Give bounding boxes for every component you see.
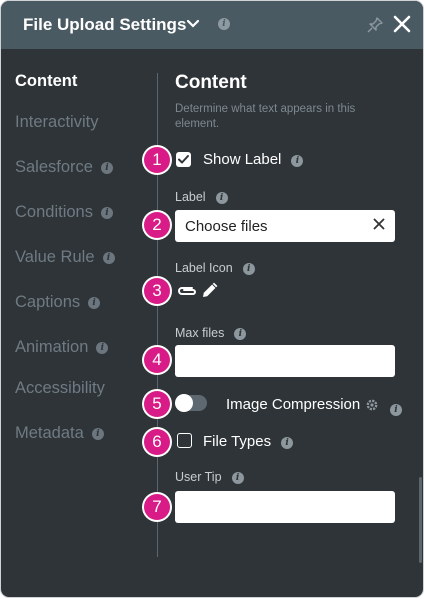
- gear-icon[interactable]: [365, 398, 379, 412]
- sidebar-item-animation[interactable]: Animation i: [15, 338, 109, 357]
- chevron-down-icon[interactable]: [186, 19, 200, 29]
- step-badge-7: 7: [144, 494, 170, 520]
- info-icon: i: [100, 207, 113, 219]
- sidebar-item-accessibility[interactable]: Accessibility: [15, 379, 105, 398]
- pin-icon[interactable]: [367, 17, 383, 33]
- content-description: Determine what text appears in this elem…: [175, 103, 356, 130]
- step-badge-4: 4: [144, 347, 170, 373]
- label-input[interactable]: [175, 210, 395, 242]
- step-badge-2: 2: [144, 212, 170, 238]
- sidebar-item-captions[interactable]: Captions i: [15, 293, 101, 312]
- label-icon-label: Label Icon i: [175, 261, 255, 275]
- info-icon: i: [242, 263, 255, 275]
- user-tip-input[interactable]: [175, 491, 395, 523]
- panel-header: File Upload Settings i: [1, 1, 423, 49]
- info-icon: i: [96, 342, 109, 354]
- info-icon: i: [281, 437, 294, 449]
- settings-panel: File Upload Settings i Content Interacti…: [1, 1, 423, 597]
- file-types-label: File Types i: [203, 433, 294, 450]
- sidebar-item-salesforce[interactable]: Salesforce i: [15, 158, 113, 177]
- info-icon[interactable]: i: [218, 18, 230, 30]
- content-title: Content: [175, 72, 247, 93]
- info-icon: i: [231, 472, 244, 484]
- panel-title[interactable]: File Upload Settings: [23, 15, 186, 35]
- sidebar-item-value-rule[interactable]: Value Rule i: [15, 248, 115, 267]
- step-badge-6: 6: [144, 429, 170, 455]
- image-compression-label: Image Compression: [226, 396, 361, 413]
- close-icon[interactable]: [392, 14, 412, 34]
- clear-icon[interactable]: [373, 218, 385, 230]
- max-files-label: Max files i: [175, 326, 247, 340]
- info-icon: i: [88, 297, 101, 309]
- max-files-input[interactable]: [175, 345, 395, 377]
- info-icon: i: [100, 162, 113, 174]
- scrollbar[interactable]: [419, 477, 422, 563]
- paperclip-icon[interactable]: [176, 284, 198, 298]
- sidebar-item-conditions[interactable]: Conditions i: [15, 203, 113, 222]
- sidebar-item-content[interactable]: Content: [15, 72, 77, 91]
- info-icon: i: [291, 155, 304, 167]
- info-icon: i: [102, 252, 115, 264]
- info-icon: i: [234, 328, 247, 340]
- info-icon: i: [215, 192, 228, 204]
- sidebar-item-metadata[interactable]: Metadata i: [15, 424, 104, 443]
- toggle-knob: [175, 394, 193, 412]
- show-label-text: Show Label i: [203, 151, 304, 168]
- check-icon: [178, 155, 189, 164]
- user-tip-label: User Tip i: [175, 470, 244, 484]
- step-badge-1: 1: [144, 147, 170, 173]
- file-types-checkbox[interactable]: [177, 433, 192, 448]
- image-compression-toggle[interactable]: [175, 394, 207, 412]
- step-badge-3: 3: [144, 278, 170, 304]
- sidebar-divider: [157, 73, 158, 557]
- info-icon: i: [390, 404, 402, 416]
- step-badge-5: 5: [144, 391, 170, 417]
- sidebar-item-interactivity[interactable]: Interactivity: [15, 113, 98, 132]
- info-icon: i: [91, 428, 104, 440]
- show-label-checkbox[interactable]: [176, 152, 191, 167]
- pencil-icon[interactable]: [201, 280, 220, 299]
- label-field-label: Label i: [175, 190, 228, 204]
